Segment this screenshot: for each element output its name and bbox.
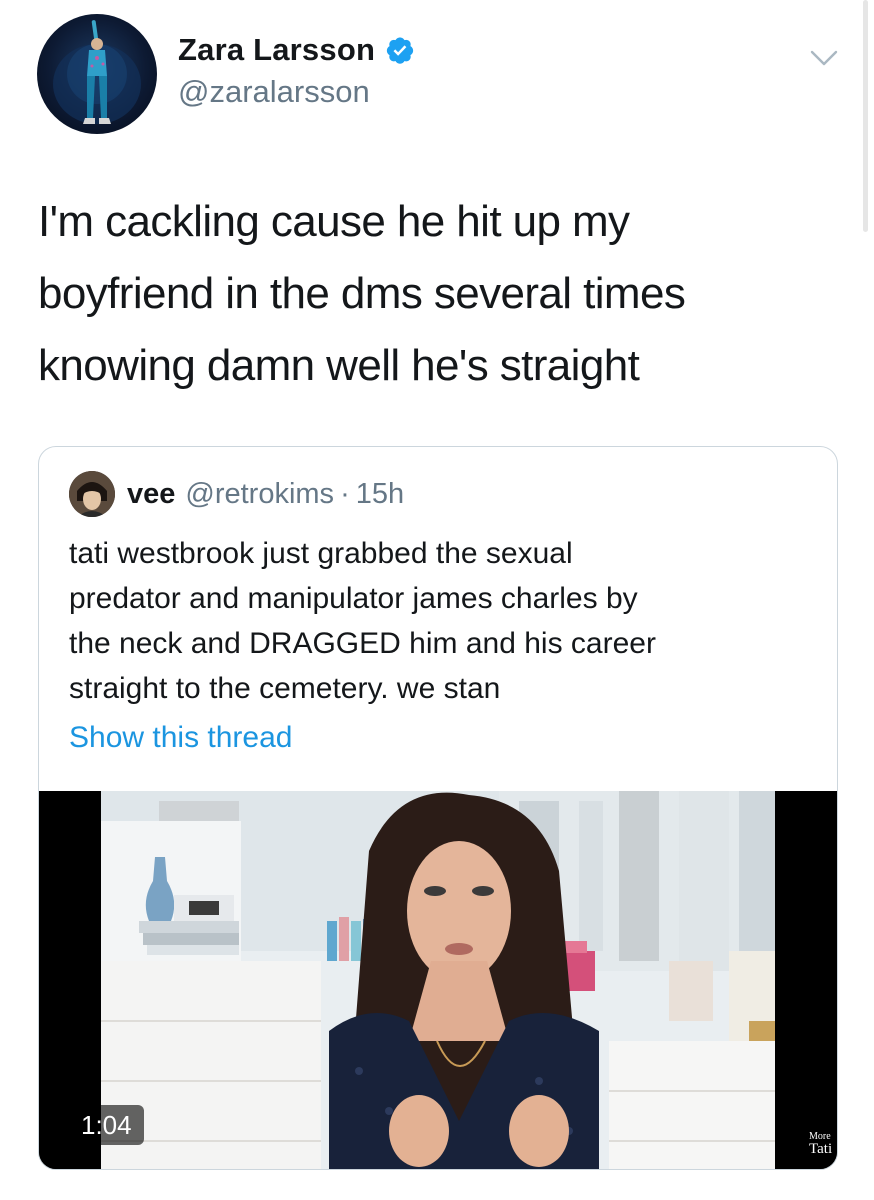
quoted-author-avatar[interactable] — [69, 471, 115, 517]
quoted-avatar-image — [69, 471, 115, 517]
author-avatar[interactable] — [37, 14, 157, 134]
watermark-bottom-text: Tati — [809, 1141, 833, 1157]
quoted-author-display-name[interactable]: vee — [127, 478, 175, 511]
author-name-row: Zara Larsson — [178, 30, 415, 70]
tweet-text: I'm cackling cause he hit up my boyfrien… — [38, 197, 686, 390]
video-player[interactable]: 1:04 More Tati — [39, 791, 837, 1169]
video-duration-badge: 1:04 — [69, 1105, 144, 1145]
quoted-tweet-text: tati westbrook just grabbed the sexual p… — [69, 537, 656, 705]
author-handle[interactable]: @zaralarsson — [178, 74, 370, 110]
avatar-image — [53, 20, 141, 124]
author-display-name[interactable]: Zara Larsson — [178, 32, 375, 68]
scrollbar[interactable] — [863, 0, 868, 232]
chevron-down-icon — [810, 50, 838, 66]
quoted-tweet-time[interactable]: 15h — [356, 478, 404, 511]
separator-dot: · — [340, 477, 350, 510]
show-thread-link[interactable]: Show this thread — [69, 721, 292, 755]
tweet-menu-button[interactable] — [806, 40, 842, 76]
video-thumbnail — [39, 791, 837, 1169]
tweet-page: Zara Larsson @zaralarsson I'm cackling c… — [0, 0, 874, 1200]
video-watermark: More Tati — [809, 1131, 833, 1157]
quoted-author-handle[interactable]: @retrokims — [185, 478, 334, 511]
quoted-tweet-header: vee @retrokims · 15h — [69, 471, 404, 517]
quoted-tweet-card[interactable]: vee @retrokims · 15h tati westbrook just… — [38, 446, 838, 1170]
verified-badge-icon — [385, 35, 415, 65]
